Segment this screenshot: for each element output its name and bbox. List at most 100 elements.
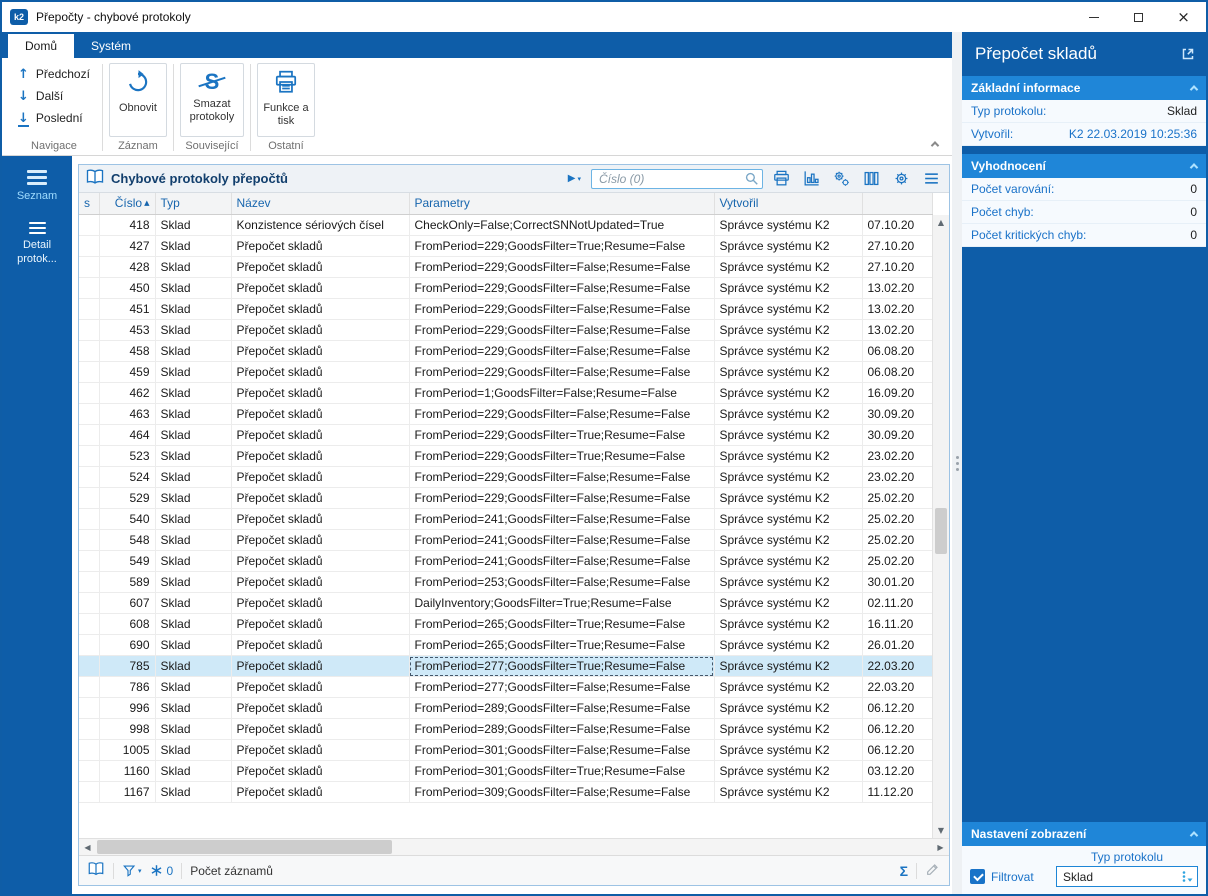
cell[interactable]: DailyInventory;GoodsFilter=True;Resume=F… (409, 592, 715, 614)
cell[interactable]: FromPeriod=241;GoodsFilter=False;Resume=… (409, 550, 715, 572)
table-row[interactable]: 785 Sklad Přepočet skladů FromPeriod=277;Go… (79, 655, 933, 677)
cell[interactable]: FromPeriod=301;GoodsFilter=True;Resume=F… (409, 760, 715, 782)
row-marker-cell[interactable] (79, 760, 100, 782)
horizontal-scrollbar[interactable]: ◀ ▶ (79, 838, 949, 855)
cell[interactable]: 785 (99, 655, 156, 677)
cell[interactable]: 30.09.20 (862, 424, 933, 446)
cell[interactable]: Správce systému K2 (714, 508, 863, 530)
cell[interactable]: 25.02.20 (862, 508, 933, 530)
cell[interactable]: Přepočet skladů (231, 256, 410, 278)
table-row[interactable]: 463 Sklad Přepočet skladů FromPeriod=229;Go… (79, 403, 933, 425)
last-button[interactable]: ↓ Poslední (12, 107, 96, 129)
table-row[interactable]: 1005 Sklad Přepočet skladů FromPeriod=301;G… (79, 739, 933, 761)
table-row[interactable]: 524 Sklad Přepočet skladů FromPeriod=229;Go… (79, 466, 933, 488)
sidebar-item-detail[interactable]: Detail protok... (7, 221, 67, 267)
cell[interactable]: Sklad (155, 466, 232, 488)
cell[interactable]: Správce systému K2 (714, 592, 863, 614)
cell[interactable]: 02.11.20 (862, 592, 933, 614)
cell[interactable]: 418 (99, 214, 156, 236)
table-row[interactable]: 690 Sklad Přepočet skladů FromPeriod=265;Go… (79, 634, 933, 656)
cell[interactable]: 23.02.20 (862, 466, 933, 488)
row-marker-cell[interactable] (79, 424, 100, 446)
cell[interactable]: Přepočet skladů (231, 655, 410, 677)
cell[interactable]: Konzistence sériových čísel (231, 214, 410, 236)
cell[interactable]: 453 (99, 319, 156, 341)
horizontal-scroll-thumb[interactable] (97, 840, 392, 854)
cell[interactable]: Sklad (155, 487, 232, 509)
row-marker-cell[interactable] (79, 508, 100, 530)
cell[interactable]: Správce systému K2 (714, 529, 863, 551)
table-row[interactable]: 523 Sklad Přepočet skladů FromPeriod=229;Go… (79, 445, 933, 467)
vertical-scroll-thumb[interactable] (935, 507, 947, 554)
table-row[interactable]: 996 Sklad Přepočet skladů FromPeriod=289;Go… (79, 697, 933, 719)
cell[interactable]: Správce systému K2 (714, 487, 863, 509)
cell[interactable]: Sklad (155, 382, 232, 404)
cell[interactable]: Sklad (155, 319, 232, 341)
cell[interactable]: Sklad (155, 592, 232, 614)
cell[interactable]: Přepočet skladů (231, 508, 410, 530)
undock-button[interactable] (1180, 46, 1196, 65)
row-marker-cell[interactable] (79, 634, 100, 656)
cell[interactable]: 607 (99, 592, 156, 614)
cell[interactable]: Sklad (155, 550, 232, 572)
gears-button[interactable] (829, 168, 853, 190)
column-header-vytvoril[interactable]: Vytvořil (714, 193, 863, 215)
row-marker-cell[interactable] (79, 697, 100, 719)
cell[interactable]: 07.10.20 (862, 214, 933, 236)
cell[interactable]: 450 (99, 277, 156, 299)
row-marker-cell[interactable] (79, 214, 100, 236)
scroll-right-button[interactable]: ▶ (932, 839, 949, 855)
table-row[interactable]: 464 Sklad Přepočet skladů FromPeriod=229;Go… (79, 424, 933, 446)
cell[interactable]: 06.12.20 (862, 739, 933, 761)
menu-button[interactable] (919, 168, 943, 190)
row-marker-cell[interactable] (79, 256, 100, 278)
cell[interactable]: CheckOnly=False;CorrectSNNotUpdated=True (409, 214, 715, 236)
cell[interactable]: FromPeriod=277;GoodsFilter=True;Resume=F… (409, 655, 715, 677)
refresh-button[interactable]: Obnovit (108, 63, 167, 137)
cell[interactable]: 462 (99, 382, 156, 404)
column-header-s[interactable]: s (79, 193, 100, 215)
cell[interactable]: Sklad (155, 340, 232, 362)
cell[interactable]: Správce systému K2 (714, 382, 863, 404)
cell[interactable]: 464 (99, 424, 156, 446)
cell[interactable]: Přepočet skladů (231, 382, 410, 404)
cell[interactable]: FromPeriod=229;GoodsFilter=True;Resume=F… (409, 235, 715, 257)
cell[interactable]: FromPeriod=265;GoodsFilter=True;Resume=F… (409, 613, 715, 635)
cell[interactable]: 25.02.20 (862, 550, 933, 572)
cell[interactable]: Sklad (155, 718, 232, 740)
cell[interactable]: FromPeriod=309;GoodsFilter=False;Resume=… (409, 781, 715, 803)
cell[interactable]: Přepočet skladů (231, 676, 410, 698)
table-row[interactable]: 418 Sklad Konzistence sériových čísel Check… (79, 214, 933, 236)
cell[interactable]: Správce systému K2 (714, 466, 863, 488)
table-row[interactable]: 1167 Sklad Přepočet skladů FromPeriod=309;G… (79, 781, 933, 803)
cell[interactable]: Správce systému K2 (714, 718, 863, 740)
cell[interactable]: FromPeriod=265;GoodsFilter=True;Resume=F… (409, 634, 715, 656)
cell[interactable]: Sklad (155, 361, 232, 383)
cell[interactable]: Správce systému K2 (714, 214, 863, 236)
settings-button[interactable] (889, 168, 913, 190)
cell[interactable]: 30.01.20 (862, 571, 933, 593)
cell[interactable]: FromPeriod=301;GoodsFilter=False;Resume=… (409, 739, 715, 761)
table-row[interactable]: 548 Sklad Přepočet skladů FromPeriod=241;Go… (79, 529, 933, 551)
table-row[interactable]: 529 Sklad Přepočet skladů FromPeriod=229;Go… (79, 487, 933, 509)
row-marker-cell[interactable] (79, 445, 100, 467)
row-marker-cell[interactable] (79, 718, 100, 740)
cell[interactable]: Správce systému K2 (714, 781, 863, 803)
cell[interactable]: FromPeriod=229;GoodsFilter=False;Resume=… (409, 487, 715, 509)
row-marker-cell[interactable] (79, 613, 100, 635)
book-view-button[interactable] (87, 860, 105, 881)
scroll-down-button[interactable]: ▼ (933, 822, 949, 838)
cell[interactable]: Přepočet skladů (231, 613, 410, 635)
cell[interactable]: Přepočet skladů (231, 718, 410, 740)
row-marker-cell[interactable] (79, 235, 100, 257)
chart-button[interactable] (799, 168, 823, 190)
panel-splitter[interactable] (952, 32, 962, 894)
cell[interactable]: Přepočet skladů (231, 487, 410, 509)
cell[interactable]: Sklad (155, 214, 232, 236)
cell[interactable]: Správce systému K2 (714, 676, 863, 698)
cell[interactable]: 459 (99, 361, 156, 383)
cell[interactable]: 463 (99, 403, 156, 425)
close-button[interactable]: × (1161, 2, 1206, 32)
section-basic-info[interactable]: Základní informace (962, 76, 1206, 100)
cell[interactable]: FromPeriod=229;GoodsFilter=False;Resume=… (409, 319, 715, 341)
